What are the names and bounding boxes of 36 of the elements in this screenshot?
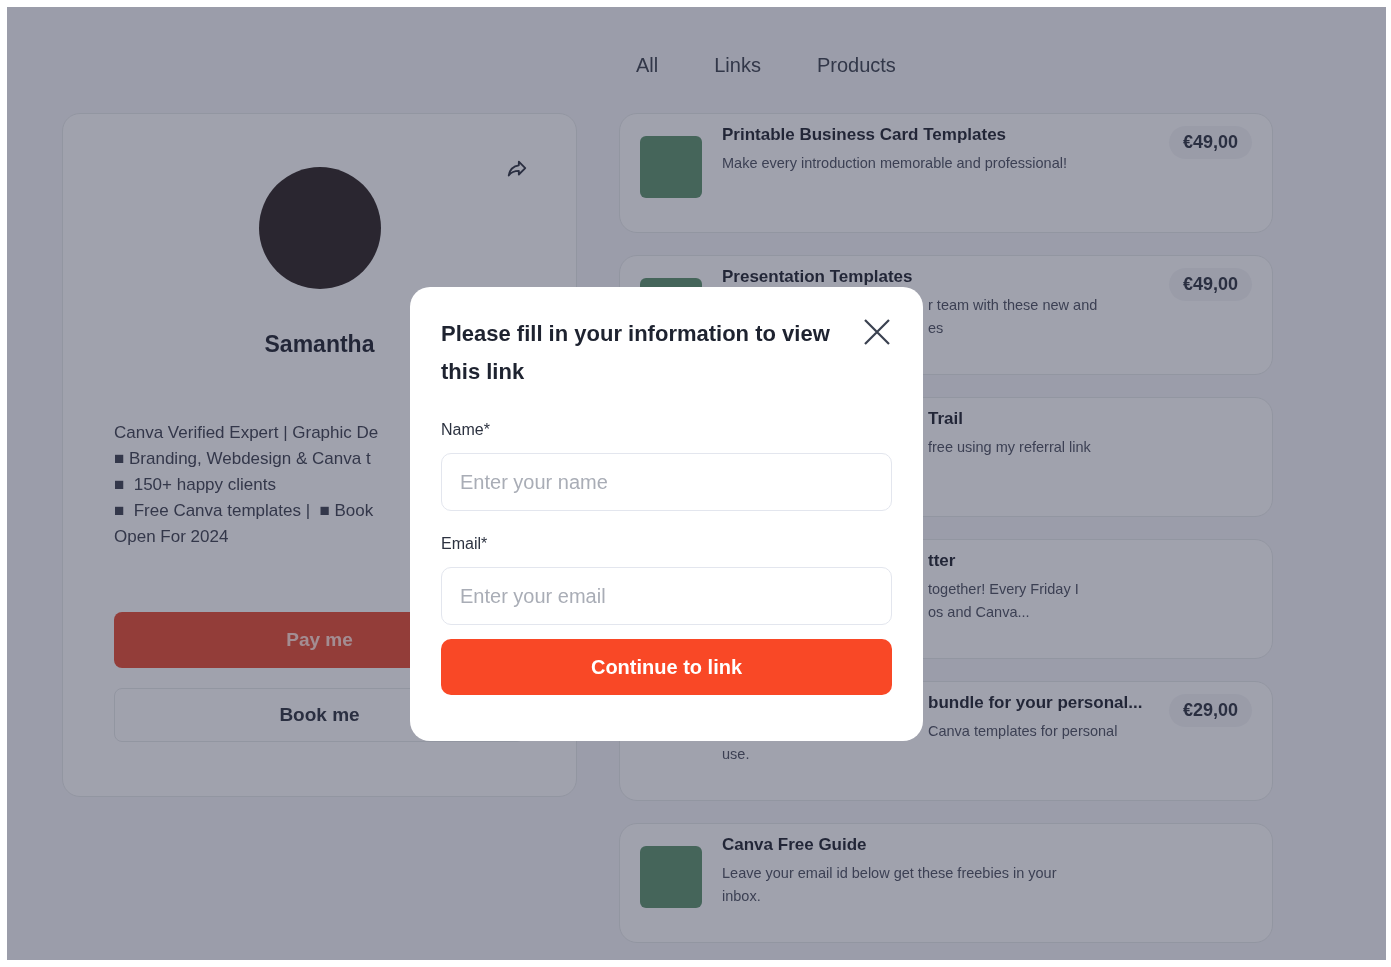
close-icon[interactable] [862,317,892,347]
bio-line: Canva Verified Expert | Graphic De [114,422,379,444]
field-label: Name* [441,421,491,439]
card-title: Presentation Templates [722,268,913,286]
product-card[interactable]: Canva Free Guide Leave your email id below get these freebies in your inbox. [619,823,1273,943]
price-tag: €29,00 [1168,694,1252,727]
price-tag: €49,00 [1168,126,1252,159]
bio-line: ■ 150+ happy clients [114,474,276,496]
card-title: tter [928,552,956,570]
product-card[interactable]: Printable Business Card Templates Make every introduction memorable and professional! €49,00 [619,113,1273,233]
profile-name: Samantha [264,331,375,358]
bio-line: ■ Branding, Webdesign & Canva t [114,448,371,470]
card-description: Leave your email id below get these freebies in your [722,864,1057,883]
card-title: bundle for your personal... [928,694,1143,712]
tab[interactable]: All [636,53,659,77]
card-description: os and Canva... [928,603,1030,622]
card-description: inbox. [722,887,761,906]
tab[interactable]: Products [816,53,896,77]
card-description: together! Every Friday I [928,580,1079,599]
card-description: free using my referral link [928,438,1091,457]
tab[interactable]: Links [714,53,761,77]
price-tag: €49,00 [1168,268,1252,301]
card-description: use. [722,745,750,764]
field-label: Email* [441,535,489,553]
card-title: Trail [928,410,963,428]
bio-line: ■ Free Canva templates | ■ Book [114,500,374,522]
input-field[interactable]: Enter your name [441,453,892,511]
card-description: Make every introduction memorable and professional! [722,154,1067,173]
card-title: Canva Free Guide [722,836,867,854]
card-title: Printable Business Card Templates [722,126,1007,144]
card-description: Canva templates for personal [928,722,1118,741]
bio-line: Open For 2024 [114,526,229,548]
input-field[interactable]: Enter your email [441,567,892,625]
card-description: es [928,319,944,338]
card-description: r team with these new and [928,296,1098,315]
continue-button[interactable]: Continue to link [441,639,892,695]
